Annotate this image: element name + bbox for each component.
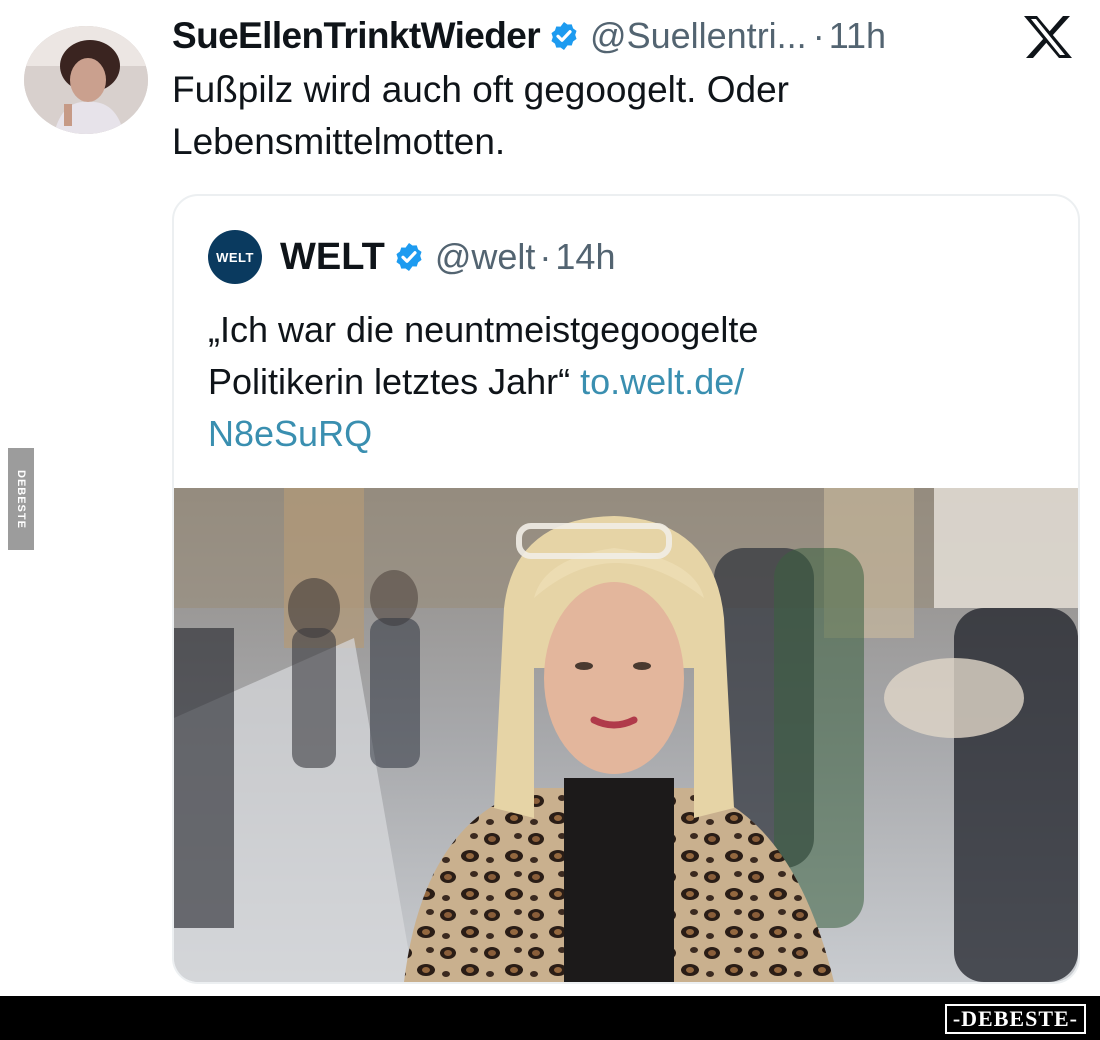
quote-text-line: Politikerin letztes Jahr“ to.welt.de/ (208, 356, 1028, 408)
tweet-text: Fußpilz wird auch oft gegoogelt. Oder Le… (172, 64, 932, 168)
article-photo-icon[interactable] (174, 488, 1078, 982)
profile-photo-icon (24, 26, 148, 134)
quote-author-handle[interactable]: @welt (435, 236, 536, 278)
separator-dot: · (812, 15, 825, 56)
footer-watermark: -DEBESTE- (944, 1004, 1086, 1034)
welt-avatar[interactable]: WELT (208, 230, 262, 284)
author-handle[interactable]: @Suellentri... (590, 15, 807, 57)
quote-timestamp[interactable]: 14h (555, 236, 615, 278)
tweet-text-line: Lebensmittelmotten. (172, 121, 506, 162)
side-watermark-text: DEBESTE (15, 469, 27, 529)
welt-logo-text: WELT (216, 249, 254, 265)
quoted-tweet-card[interactable]: WELT WELT @welt · 14h „Ich war die neunt… (172, 194, 1080, 984)
quote-header: WELT WELT @welt · 14h (208, 230, 615, 284)
article-link[interactable]: N8eSuRQ (208, 408, 1028, 460)
author-name[interactable]: SueEllenTrinktWieder (172, 15, 541, 57)
quote-author-name[interactable]: WELT (280, 236, 385, 279)
separator-dot: · (539, 236, 552, 277)
tweet-text-line: Fußpilz wird auch oft gegoogelt. Oder (172, 69, 789, 110)
side-watermark: DEBESTE (8, 448, 34, 550)
tweet-timestamp[interactable]: 11h (829, 15, 886, 57)
quote-text-line: „Ich war die neuntmeistgegoogelte (208, 309, 759, 350)
footer-bar: -DEBESTE- (0, 996, 1100, 1040)
tweet-header: SueEllenTrinktWieder @Suellentri... · 11… (172, 12, 886, 60)
quote-text-plain: Politikerin letztes Jahr“ (208, 361, 581, 402)
author-avatar[interactable] (24, 26, 148, 134)
quote-text: „Ich war die neuntmeistgegoogelte Politi… (208, 304, 1028, 460)
x-logo-icon[interactable] (1022, 14, 1074, 60)
verified-badge-icon (396, 243, 422, 271)
verified-badge-icon (551, 22, 577, 50)
article-link[interactable]: to.welt.de/ (580, 361, 744, 402)
